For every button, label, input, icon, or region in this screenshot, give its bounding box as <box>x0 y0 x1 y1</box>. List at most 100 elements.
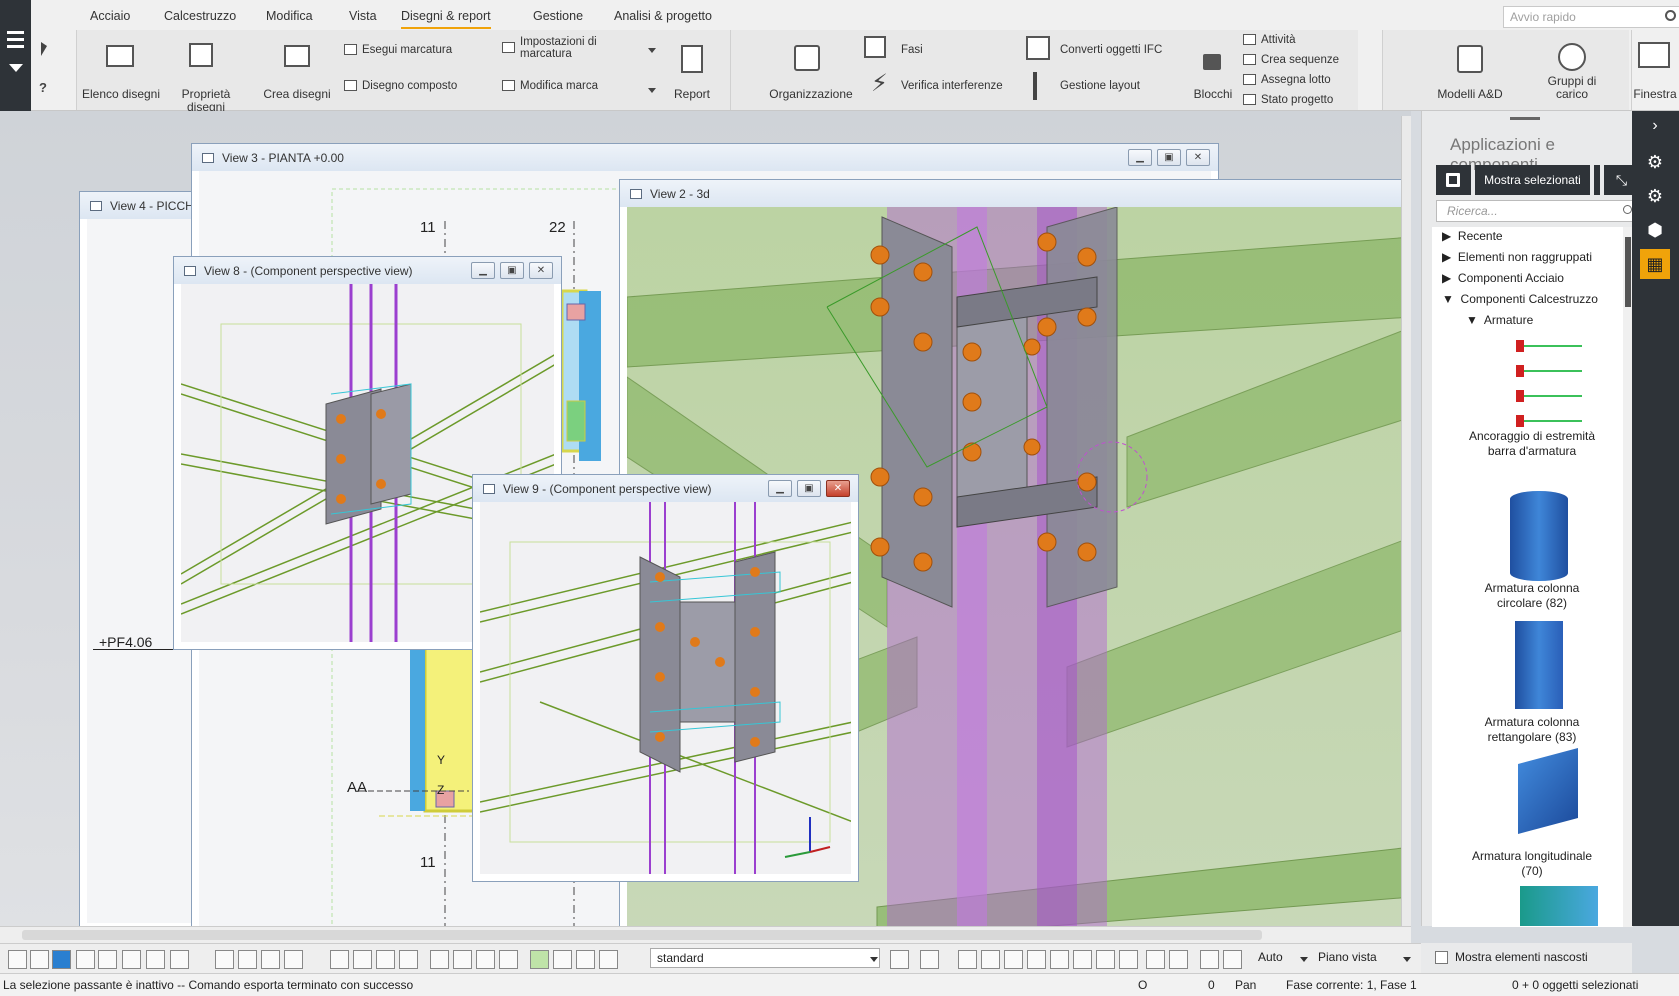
clip-icon[interactable] <box>1223 950 1242 969</box>
component-item-label[interactable]: Armatura colonna circolare (82) <box>1467 581 1597 611</box>
close-button[interactable]: ✕ <box>826 480 850 497</box>
snap-cross-icon[interactable] <box>1050 950 1069 969</box>
snap-circle-icon[interactable] <box>1004 950 1023 969</box>
snap-plane-icon[interactable] <box>330 950 349 969</box>
chevron-down-icon[interactable] <box>1300 957 1308 962</box>
show-hidden-checkbox[interactable] <box>1435 951 1448 964</box>
tree-item-componenti-acciaio[interactable]: ▶ Componenti Acciaio <box>1442 271 1564 285</box>
impostazioni-marcatura-button[interactable]: Impostazioni di marcatura <box>502 36 622 60</box>
render-mode-icon[interactable] <box>1200 950 1219 969</box>
rebar-end-anchorage-icon[interactable] <box>1512 336 1592 436</box>
select-grid-icon[interactable] <box>98 950 117 969</box>
gear-icon[interactable]: ⚙ <box>1640 181 1670 211</box>
grid-view-button[interactable] <box>1436 165 1471 195</box>
help-icon[interactable]: ? <box>39 80 47 95</box>
circular-column-rebar-icon[interactable] <box>1510 491 1568 581</box>
display-settings-icon[interactable] <box>890 950 909 969</box>
modelli-ad-button[interactable]: Modelli A&D <box>1420 88 1520 101</box>
workspace-horizontal-scrollbar[interactable] <box>0 926 1411 943</box>
component-item-label[interactable]: Ancoraggio di estremità barra d'armatura <box>1467 429 1597 459</box>
chevron-down-icon[interactable] <box>1403 957 1411 962</box>
snap-hourglass-icon[interactable] <box>1096 950 1115 969</box>
hamburger-icon[interactable] <box>7 31 24 34</box>
snap-point-icon[interactable] <box>476 950 495 969</box>
crea-sequenze-button[interactable]: Crea sequenze <box>1243 54 1339 66</box>
snap-end-icon[interactable] <box>238 950 257 969</box>
snap-edge-icon[interactable] <box>453 950 472 969</box>
workspace-vertical-scrollbar[interactable] <box>1401 116 1411 926</box>
attivita-button[interactable]: Attività <box>1243 34 1296 46</box>
verifica-interferenze-button[interactable]: Verifica interferenze <box>901 80 1003 92</box>
tree-item-elementi-non-raggruppati[interactable]: ▶ Elementi non raggruppati <box>1442 250 1592 264</box>
snap-square-icon[interactable] <box>981 950 1000 969</box>
snap-mid-icon[interactable] <box>261 950 280 969</box>
components-catalog-icon[interactable]: ▦ <box>1640 249 1670 279</box>
zoom-icon[interactable] <box>599 950 618 969</box>
show-selected-button[interactable]: Mostra selezionati <box>1475 165 1590 195</box>
tree-item-recente[interactable]: ▶ Recente <box>1442 229 1503 243</box>
view-4-titlebar[interactable]: View 4 - PICCHI <box>80 192 198 219</box>
tab-gestione[interactable]: Gestione <box>533 9 583 27</box>
organizzazione-button[interactable]: Organizzazione <box>766 88 856 101</box>
snap-check-icon[interactable] <box>1119 950 1138 969</box>
view-9-window[interactable]: View 9 - (Component perspective view) ▁ ▣… <box>472 474 859 882</box>
snap-filter-icon[interactable] <box>1146 950 1165 969</box>
view-9-canvas[interactable] <box>480 502 851 874</box>
snap-line-icon[interactable] <box>430 950 449 969</box>
select-object-icon[interactable] <box>52 950 71 969</box>
select-icon[interactable] <box>8 950 27 969</box>
chevron-down-icon[interactable] <box>648 48 656 53</box>
zoom-window-icon[interactable] <box>576 950 595 969</box>
snap-grid-icon[interactable] <box>353 950 372 969</box>
work-plane-icon[interactable] <box>530 950 549 969</box>
view-9-titlebar[interactable]: View 9 - (Component perspective view) ▁ ▣… <box>473 475 858 502</box>
snap-triangle-icon[interactable] <box>1027 950 1046 969</box>
chevron-down-icon[interactable] <box>870 957 878 962</box>
model-workspace[interactable]: View 4 - PICCHI +PF4.06 View 3 - PIANTA … <box>0 111 1411 963</box>
select-arrow-icon[interactable] <box>41 42 47 56</box>
converti-ifc-button[interactable]: Converti oggetti IFC <box>1060 44 1162 56</box>
view-fit-icon[interactable] <box>553 950 572 969</box>
tab-acciaio[interactable]: Acciaio <box>90 9 130 27</box>
chevron-right-icon[interactable]: › <box>1640 111 1670 141</box>
cube-icon[interactable]: ⬢ <box>1640 215 1670 245</box>
snap-icon[interactable] <box>215 950 234 969</box>
close-button[interactable]: ✕ <box>529 262 553 279</box>
elenco-disegni-button[interactable]: Elenco disegni <box>81 88 161 101</box>
esegui-marcatura-button[interactable]: Esegui marcatura <box>344 44 452 56</box>
finestra-button[interactable]: Finestra <box>1629 88 1679 101</box>
select-component-icon[interactable] <box>146 950 165 969</box>
report-button[interactable]: Report <box>666 88 718 101</box>
snap-angle-icon[interactable] <box>1073 950 1092 969</box>
rectangular-column-rebar-icon[interactable] <box>1515 621 1563 709</box>
snap-arrow-icon[interactable] <box>1169 950 1188 969</box>
chevron-down-icon[interactable] <box>648 88 656 93</box>
options-icon[interactable]: ⚙ <box>1640 147 1670 177</box>
tab-calcestruzzo[interactable]: Calcestruzzo <box>164 9 236 27</box>
view-8-titlebar[interactable]: View 8 - (Component perspective view) ▁ ▣… <box>174 257 561 284</box>
plane-dropdown[interactable]: Piano vista <box>1312 948 1412 968</box>
modifica-marca-button[interactable]: Modifica marca <box>502 80 598 92</box>
minimize-button[interactable]: ▁ <box>1128 149 1152 166</box>
snap-ortho-icon[interactable] <box>376 950 395 969</box>
panel-drag-handle[interactable] <box>1510 117 1540 120</box>
tab-analisi-progetto[interactable]: Analisi & progetto <box>614 9 712 27</box>
selection-mode-icon[interactable] <box>920 950 939 969</box>
view-2-titlebar[interactable]: View 2 - 3d <box>620 180 1411 207</box>
component-preview-icon[interactable] <box>1520 886 1598 926</box>
tab-disegni-report[interactable]: Disegni & report <box>401 9 491 29</box>
blocchi-button[interactable]: Blocchi <box>1188 88 1238 101</box>
settings-dropdown[interactable]: standard <box>650 948 880 968</box>
select-line-icon[interactable] <box>122 950 141 969</box>
minimize-button[interactable]: ▁ <box>471 262 495 279</box>
crea-disegni-button[interactable]: Crea disegni <box>257 88 337 101</box>
maximize-button[interactable]: ▣ <box>500 262 524 279</box>
scrollbar-thumb[interactable] <box>22 930 1262 940</box>
snap-box-icon[interactable] <box>958 950 977 969</box>
tree-item-componenti-calcestruzzo[interactable]: ▼ Componenti Calcestruzzo <box>1442 292 1598 306</box>
gruppi-carico-button[interactable]: Gruppi di carico <box>1532 75 1612 101</box>
tab-vista[interactable]: Vista <box>349 9 377 27</box>
close-button[interactable]: ✕ <box>1186 149 1210 166</box>
chevron-down-icon[interactable] <box>9 64 23 72</box>
fasi-button[interactable]: Fasi <box>901 44 923 56</box>
